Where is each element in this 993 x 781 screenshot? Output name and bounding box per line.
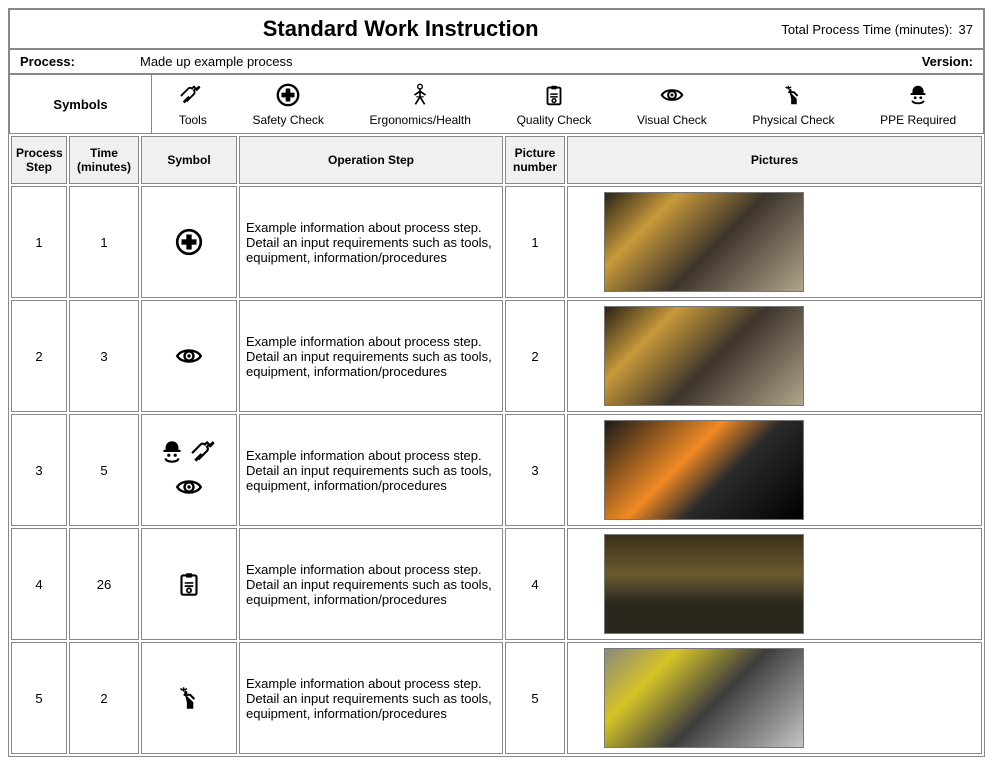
visual-check-icon xyxy=(174,472,204,502)
cell-symbol xyxy=(141,642,237,754)
cell-symbol xyxy=(141,414,237,526)
ppe-required-icon xyxy=(904,81,932,109)
process-label: Process: xyxy=(20,54,140,69)
cell-step: 4 xyxy=(11,528,67,640)
legend-item-label: PPE Required xyxy=(880,113,956,127)
process-row: Process: Made up example process Version… xyxy=(9,49,984,74)
cell-step: 5 xyxy=(11,642,67,754)
cell-picnum: 4 xyxy=(505,528,565,640)
cell-picture xyxy=(567,642,982,754)
cell-time: 2 xyxy=(69,642,139,754)
col-op: Operation Step xyxy=(239,136,503,184)
quality-check-icon xyxy=(174,569,204,599)
legend-heading: Symbols xyxy=(10,75,152,133)
legend-item: Quality Check xyxy=(517,81,592,127)
page-title: Standard Work Instruction xyxy=(20,16,781,42)
process-value: Made up example process xyxy=(140,54,823,69)
symbol-legend: Symbols Tools Safety Check Ergonomics/Heal… xyxy=(9,74,984,134)
visual-check-icon xyxy=(174,341,204,371)
cell-operation: Example information about process step. … xyxy=(239,414,503,526)
cell-operation: Example information about process step. … xyxy=(239,528,503,640)
tools-icon xyxy=(191,437,221,467)
legend-item-label: Tools xyxy=(179,113,207,127)
cell-operation: Example information about process step. … xyxy=(239,186,503,298)
cell-picnum: 3 xyxy=(505,414,565,526)
cell-picnum: 5 xyxy=(505,642,565,754)
cell-picture xyxy=(567,186,982,298)
total-time: Total Process Time (minutes): 37 xyxy=(781,22,973,37)
cell-symbol xyxy=(141,186,237,298)
cell-time: 5 xyxy=(69,414,139,526)
table-row: 426Example information about process ste… xyxy=(11,528,982,640)
legend-item: Tools xyxy=(179,81,207,127)
cell-picnum: 2 xyxy=(505,300,565,412)
cell-operation: Example information about process step. … xyxy=(239,642,503,754)
legend-item: Visual Check xyxy=(637,81,707,127)
cell-time: 1 xyxy=(69,186,139,298)
picture-placeholder xyxy=(604,420,804,520)
total-time-label: Total Process Time (minutes): xyxy=(781,22,952,37)
col-step: Process Step xyxy=(11,136,67,184)
col-symbol: Symbol xyxy=(141,136,237,184)
physical-check-icon xyxy=(779,81,807,109)
table-row: 35Example information about process step… xyxy=(11,414,982,526)
col-picnum: Picture number xyxy=(505,136,565,184)
cell-time: 26 xyxy=(69,528,139,640)
cell-symbol xyxy=(141,528,237,640)
picture-placeholder xyxy=(604,648,804,748)
cell-picnum: 1 xyxy=(505,186,565,298)
version-label: Version: xyxy=(823,54,973,69)
col-pics: Pictures xyxy=(567,136,982,184)
ppe-required-icon xyxy=(157,437,187,467)
legend-item: Ergonomics/Health xyxy=(370,81,471,127)
cell-step: 1 xyxy=(11,186,67,298)
safety-check-icon xyxy=(274,81,302,109)
table-row: 52Example information about process step… xyxy=(11,642,982,754)
safety-check-icon xyxy=(174,227,204,257)
cell-picture xyxy=(567,300,982,412)
picture-placeholder xyxy=(604,534,804,634)
picture-placeholder xyxy=(604,306,804,406)
table-row: 11Example information about process step… xyxy=(11,186,982,298)
cell-picture xyxy=(567,528,982,640)
cell-picture xyxy=(567,414,982,526)
legend-item-label: Physical Check xyxy=(752,113,834,127)
legend-item: PPE Required xyxy=(880,81,956,127)
cell-step: 2 xyxy=(11,300,67,412)
work-instruction-sheet: Standard Work Instruction Total Process … xyxy=(8,8,985,757)
ergonomics-icon xyxy=(406,81,434,109)
total-time-value: 37 xyxy=(959,22,973,37)
quality-check-icon xyxy=(540,81,568,109)
cell-step: 3 xyxy=(11,414,67,526)
legend-item: Safety Check xyxy=(253,81,324,127)
table-row: 23Example information about process step… xyxy=(11,300,982,412)
legend-item-label: Ergonomics/Health xyxy=(370,113,471,127)
col-time: Time (minutes) xyxy=(69,136,139,184)
legend-item-label: Visual Check xyxy=(637,113,707,127)
physical-check-icon xyxy=(174,683,204,713)
cell-time: 3 xyxy=(69,300,139,412)
visual-check-icon xyxy=(658,81,686,109)
legend-item-label: Quality Check xyxy=(517,113,592,127)
legend-item: Physical Check xyxy=(752,81,834,127)
table-header-row: Process Step Time (minutes) Symbol Opera… xyxy=(11,136,982,184)
cell-operation: Example information about process step. … xyxy=(239,300,503,412)
title-row: Standard Work Instruction Total Process … xyxy=(9,9,984,49)
tools-icon xyxy=(179,81,207,109)
picture-placeholder xyxy=(604,192,804,292)
legend-item-label: Safety Check xyxy=(253,113,324,127)
steps-table: Process Step Time (minutes) Symbol Opera… xyxy=(9,134,984,756)
cell-symbol xyxy=(141,300,237,412)
